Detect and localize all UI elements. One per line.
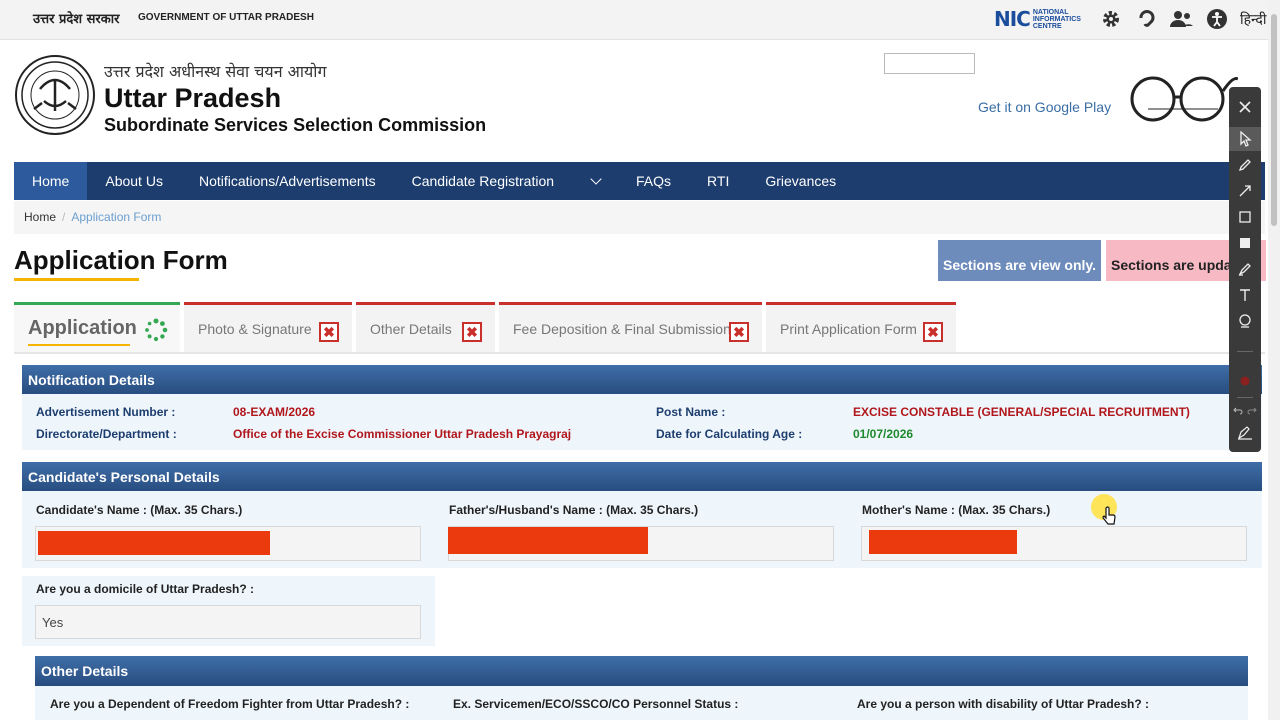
toolbar-divider xyxy=(1237,397,1253,398)
department-value: Office of the Excise Commissioner Uttar … xyxy=(233,427,572,441)
arrow-icon[interactable] xyxy=(1229,179,1261,203)
post-name-label: Post Name : xyxy=(656,405,726,419)
disability-label: Are you a person with disability of Utta… xyxy=(857,697,1150,711)
page-scrollbar[interactable] xyxy=(1268,0,1280,720)
pointer-icon[interactable] xyxy=(1229,127,1261,151)
advertisement-number-label: Advertisement Number : xyxy=(36,405,176,419)
breadcrumb-home[interactable]: Home xyxy=(24,210,56,224)
nav-candidate-registration-label: Candidate Registration xyxy=(411,173,555,189)
nav-home[interactable]: Home xyxy=(14,162,88,200)
freedom-fighter-label: Are you a Dependent of Freedom Fighter f… xyxy=(50,697,410,711)
erase-icon[interactable] xyxy=(1229,421,1261,445)
color-icon[interactable] xyxy=(1229,369,1261,393)
close-icon: ✖ xyxy=(462,322,482,342)
redacted-value xyxy=(38,531,270,555)
gov-english-label: GOVERNMENT OF UTTAR PRADESH xyxy=(138,12,314,23)
tab-photo-signature-label: Photo & Signature xyxy=(198,320,312,337)
redacted-value xyxy=(869,530,1017,554)
father-name-label: Father's/Husband's Name : (Max. 35 Chars… xyxy=(449,503,699,517)
breadcrumb-current: Application Form xyxy=(71,210,162,224)
language-toggle[interactable]: हिन्दी xyxy=(1240,10,1266,29)
notification-section-header: Notification Details xyxy=(22,365,1262,394)
redacted-value xyxy=(448,527,648,554)
users-icon[interactable] xyxy=(1169,7,1193,31)
other-details-section-header: Other Details xyxy=(35,656,1248,686)
tab-application[interactable]: Application xyxy=(14,302,180,352)
upsssc-emblem xyxy=(14,49,96,147)
highlighter-icon[interactable] xyxy=(1229,257,1261,281)
swachh-bharat-logo xyxy=(1128,61,1239,141)
site-header: उत्तर प्रदेश अधीनस्थ सेवा चयन आयोग Uttar… xyxy=(0,41,1280,163)
domicile-field[interactable]: Yes xyxy=(35,605,421,639)
close-icon: ✖ xyxy=(319,322,339,342)
ex-servicemen-label: Ex. Servicemen/ECO/SSCO/CO Personnel Sta… xyxy=(453,697,739,711)
accessibility-icon[interactable] xyxy=(1205,7,1229,31)
undo-icon[interactable] xyxy=(1233,406,1243,416)
undo-redo-group xyxy=(1229,399,1261,423)
rectangle-icon[interactable] xyxy=(1229,205,1261,229)
tab-fee-deposition-label: Fee Deposition & Final Submission xyxy=(513,320,731,337)
nic-text: NATIONAL INFORMATICS CENTRE xyxy=(1032,8,1081,30)
notification-section-body xyxy=(22,394,1262,450)
loading-spinner-icon xyxy=(145,318,168,342)
domicile-label: Are you a domicile of Uttar Pradesh? : xyxy=(36,582,255,596)
text-icon[interactable] xyxy=(1229,283,1261,307)
candidate-name-label: Candidate's Name : (Max. 35 Chars.) xyxy=(36,503,243,517)
nav-faqs[interactable]: FAQs xyxy=(618,162,689,200)
tab-fee-deposition[interactable]: Fee Deposition & Final Submission ✖ xyxy=(499,302,762,352)
tab-print-application[interactable]: Print Application Form ✖ xyxy=(766,302,956,352)
department-label: Directorate/Department : xyxy=(36,427,177,441)
nav-candidate-registration[interactable]: Candidate Registration xyxy=(394,162,618,200)
nav-notifications[interactable]: Notifications/Advertisements xyxy=(181,162,394,200)
tabs-divider xyxy=(14,352,1265,354)
filled-rectangle-icon[interactable] xyxy=(1229,231,1261,255)
scrollbar-thumb[interactable] xyxy=(1271,14,1277,226)
view-only-notice: Sections are view only. xyxy=(938,240,1101,281)
tab-photo-signature[interactable]: Photo & Signature ✖ xyxy=(184,302,352,352)
nav-grievances[interactable]: Grievances xyxy=(747,162,854,200)
hearing-icon[interactable] xyxy=(1134,7,1158,31)
google-play-link[interactable]: Get it on Google Play xyxy=(978,99,1111,115)
close-icon[interactable] xyxy=(1229,95,1261,119)
tab-other-details-label: Other Details xyxy=(370,320,452,337)
gear-icon[interactable] xyxy=(1099,7,1123,31)
tab-print-application-label: Print Application Form xyxy=(780,320,917,337)
pen-icon[interactable] xyxy=(1229,153,1261,177)
page-title: Application Form xyxy=(14,245,228,275)
post-name-value: EXCISE CONSTABLE (GENERAL/SPECIAL RECRUI… xyxy=(853,405,1190,419)
annotation-toolbar xyxy=(1229,87,1261,452)
tab-other-details[interactable]: Other Details ✖ xyxy=(356,302,495,352)
org-subtitle: Subordinate Services Selection Commissio… xyxy=(104,115,487,135)
age-date-value: 01/07/2026 xyxy=(853,427,914,441)
breadcrumb: Home / Application Form xyxy=(14,201,1265,234)
breadcrumb-separator: / xyxy=(62,210,66,224)
org-title: Uttar Pradesh xyxy=(104,83,282,113)
hand-cursor-icon xyxy=(1102,506,1116,525)
close-icon: ✖ xyxy=(729,322,749,342)
nic-mark: NIC xyxy=(994,7,1031,31)
nav-about-us[interactable]: About Us xyxy=(87,162,181,200)
tab-application-label: Application xyxy=(28,317,137,346)
broken-image xyxy=(884,53,975,74)
redo-icon[interactable] xyxy=(1247,406,1257,416)
title-underline xyxy=(14,278,139,281)
org-hindi-name: उत्तर प्रदेश अधीनस्थ सेवा चयन आयोग xyxy=(104,62,327,81)
chevron-down-icon xyxy=(590,173,602,185)
nic-logo[interactable]: NIC NATIONAL INFORMATICS CENTRE xyxy=(994,7,1087,31)
top-bar: उत्तर प्रदेश सरकार GOVERNMENT OF UTTAR P… xyxy=(0,0,1280,40)
toolbar-divider xyxy=(1237,351,1253,352)
advertisement-number-value: 08-EXAM/2026 xyxy=(233,405,316,419)
mother-name-label: Mother's Name : (Max. 35 Chars.) xyxy=(862,503,1051,517)
personal-section-header: Candidate's Personal Details xyxy=(22,462,1262,491)
stamp-icon[interactable] xyxy=(1229,309,1261,333)
domicile-value: Yes xyxy=(42,615,64,630)
age-date-label: Date for Calculating Age : xyxy=(656,427,803,441)
close-icon: ✖ xyxy=(923,322,943,342)
gov-hindi-label: उत्तर प्रदेश सरकार xyxy=(33,12,120,27)
main-nav: Home About Us Notifications/Advertisemen… xyxy=(14,162,1265,200)
nav-rti[interactable]: RTI xyxy=(689,162,747,200)
